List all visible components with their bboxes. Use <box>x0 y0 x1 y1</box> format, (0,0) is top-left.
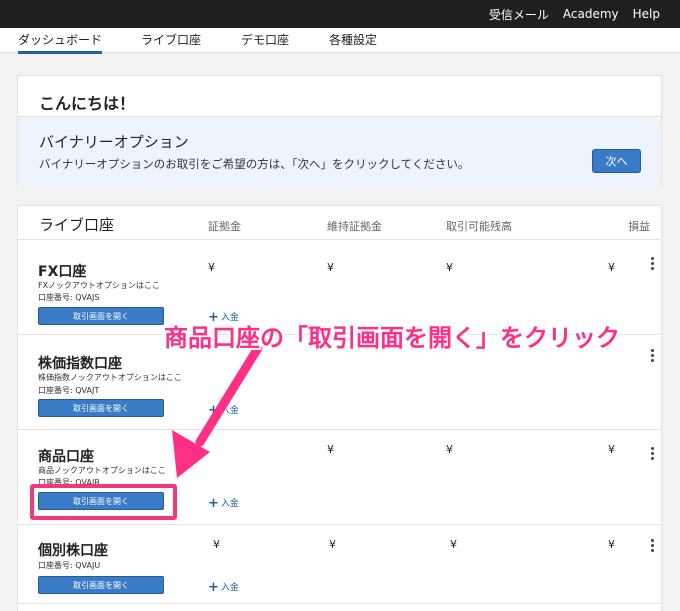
open-trading-button-fx[interactable]: 取引画面を開く <box>38 307 164 325</box>
plus-icon: + <box>208 580 219 595</box>
account-name: 株価指数口座 <box>38 356 122 372</box>
maintenance-margin-value: ¥ <box>327 443 334 456</box>
academy-link[interactable]: Academy <box>563 7 619 21</box>
tab-live-account[interactable]: ライブ口座 <box>141 31 201 48</box>
open-trading-button-stock[interactable]: 取引画面を開く <box>38 576 164 594</box>
binary-option-description: バイナリーオプションのお取引をご希望の方は、「次へ」をクリックしてください。 <box>39 157 470 171</box>
plus-icon: + <box>208 403 219 418</box>
account-name: FX口座 <box>38 264 87 280</box>
top-links: 受信メール Academy Help <box>489 0 660 28</box>
profit-loss-value: ¥ <box>608 261 615 274</box>
more-options-icon[interactable] <box>647 348 657 364</box>
margin-value: ¥ <box>213 538 220 551</box>
binary-option-title: バイナリーオプション <box>39 133 189 151</box>
plus-icon: + <box>208 496 219 511</box>
deposit-link-stock[interactable]: + 入金 <box>208 580 239 595</box>
available-balance-value: ¥ <box>446 261 453 274</box>
account-name: 商品口座 <box>38 449 94 465</box>
account-subtitle: FXノックアウトオプションはここ <box>38 281 160 290</box>
deposit-label: 入金 <box>220 499 239 509</box>
column-available-balance: 取引可能残高 <box>446 220 512 233</box>
highlight-box <box>30 484 177 520</box>
live-accounts-header: ライブ口座 証拠金 維持証拠金 取引可能残高 損益 <box>18 206 661 240</box>
account-subtitle: 商品ノックアウトオプションはここ <box>38 466 166 475</box>
binary-option-panel: バイナリーオプション バイナリーオプションのお取引をご希望の方は、「次へ」をクリ… <box>18 116 661 186</box>
instruction-caption: 商品口座の「取引画面を開く」をクリック <box>164 324 620 352</box>
profit-loss-value: ¥ <box>608 538 615 551</box>
greeting-card: こんにちは！ バイナリーオプション バイナリーオプションのお取引をご希望の方は、… <box>17 75 662 186</box>
account-row-stock: 個別株口座 口座番号: QVAJU 取引画面を開く + 入金 ¥ ¥ ¥ ¥ <box>18 526 661 604</box>
available-balance-value: ¥ <box>446 443 453 456</box>
inbox-link[interactable]: 受信メール <box>489 6 549 23</box>
more-options-icon[interactable] <box>647 256 657 272</box>
column-profit-loss: 損益 <box>628 220 650 233</box>
deposit-link-commodity[interactable]: + 入金 <box>208 496 239 511</box>
more-options-icon[interactable] <box>647 538 657 554</box>
tab-settings[interactable]: 各種設定 <box>329 31 377 48</box>
next-button[interactable]: 次へ <box>592 149 641 173</box>
tab-dashboard[interactable]: ダッシュボード <box>18 31 103 54</box>
more-options-icon[interactable] <box>647 446 657 462</box>
column-maintenance-margin: 維持証拠金 <box>327 220 382 233</box>
account-number: 口座番号: QVAJT <box>38 386 100 395</box>
open-trading-button-index[interactable]: 取引画面を開く <box>38 399 164 417</box>
account-number: 口座番号: QVAJS <box>38 293 100 302</box>
deposit-label: 入金 <box>220 583 239 593</box>
help-link[interactable]: Help <box>633 7 660 21</box>
greeting-title: こんにちは！ <box>39 94 136 113</box>
profit-loss-value: ¥ <box>608 443 615 456</box>
live-accounts-title: ライブ口座 <box>39 216 115 234</box>
live-accounts-card: ライブ口座 証拠金 維持証拠金 取引可能残高 損益 FX口座 FXノックアウトオ… <box>17 205 662 611</box>
margin-value: ¥ <box>208 261 215 274</box>
maintenance-margin-value: ¥ <box>329 538 336 551</box>
account-name: 個別株口座 <box>38 543 108 559</box>
tab-demo-account[interactable]: デモ口座 <box>241 31 289 48</box>
account-subtitle: 株価指数ノックアウトオプションはここ <box>38 373 182 382</box>
account-number: 口座番号: QVAJU <box>38 561 101 570</box>
maintenance-margin-value: ¥ <box>327 261 334 274</box>
top-bar: 受信メール Academy Help <box>0 0 680 28</box>
deposit-label: 入金 <box>220 406 239 416</box>
available-balance-value: ¥ <box>450 538 457 551</box>
column-margin: 証拠金 <box>208 220 241 233</box>
main-nav: ダッシュボード ライブ口座 デモ口座 各種設定 <box>0 28 680 54</box>
deposit-link-index[interactable]: + 入金 <box>208 403 239 418</box>
